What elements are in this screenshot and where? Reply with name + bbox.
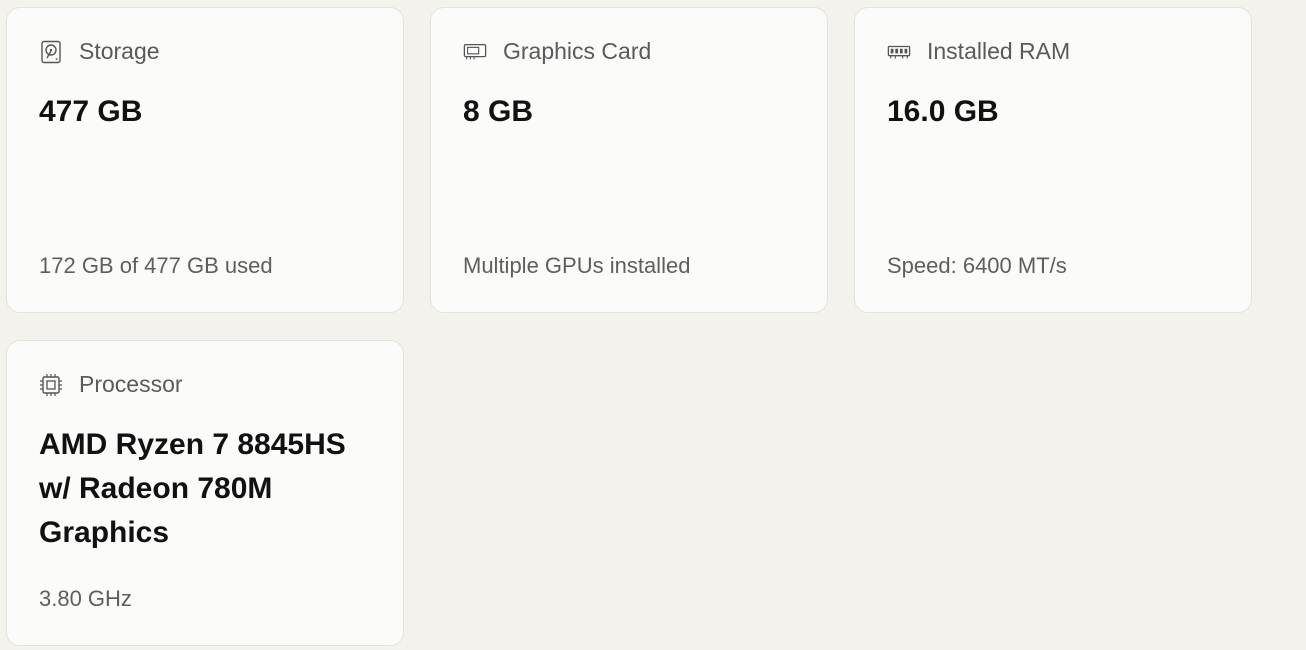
card-detail: Speed: 6400 MT/s [887,253,1067,278]
card-header: Installed RAM [887,38,1070,65]
memory-icon [887,40,911,64]
hard-drive-icon [39,40,63,64]
card-value: 16.0 GB [887,95,999,128]
graphics-card-card[interactable]: Graphics Card 8 GB Multiple GPUs install… [430,7,828,313]
card-value: 8 GB [463,95,534,128]
card-title: Processor [79,371,183,397]
card-title: Storage [79,38,160,64]
processor-icon [39,373,63,397]
card-value: AMD Ryzen 7 8845HS w/ Radeon 780M Graphi… [39,428,346,549]
card-header: Processor [39,371,183,398]
installed-ram-card[interactable]: Installed RAM 16.0 GB Speed: 6400 MT/s [854,7,1252,313]
card-detail: 3.80 GHz [39,586,132,611]
processor-card[interactable]: Processor AMD Ryzen 7 8845HS w/ Radeon 7… [6,340,404,646]
card-value: 477 GB [39,95,143,128]
card-detail: Multiple GPUs installed [463,253,691,278]
card-detail: 172 GB of 477 GB used [39,253,273,278]
hardware-specs-grid: Storage 477 GB 172 GB of 477 GB used Gra… [0,0,1306,650]
card-title: Installed RAM [927,38,1071,64]
card-header: Graphics Card [463,38,651,65]
storage-card[interactable]: Storage 477 GB 172 GB of 477 GB used [6,7,404,313]
card-header: Storage [39,38,160,65]
graphics-card-icon [463,40,487,64]
card-title: Graphics Card [503,38,652,64]
